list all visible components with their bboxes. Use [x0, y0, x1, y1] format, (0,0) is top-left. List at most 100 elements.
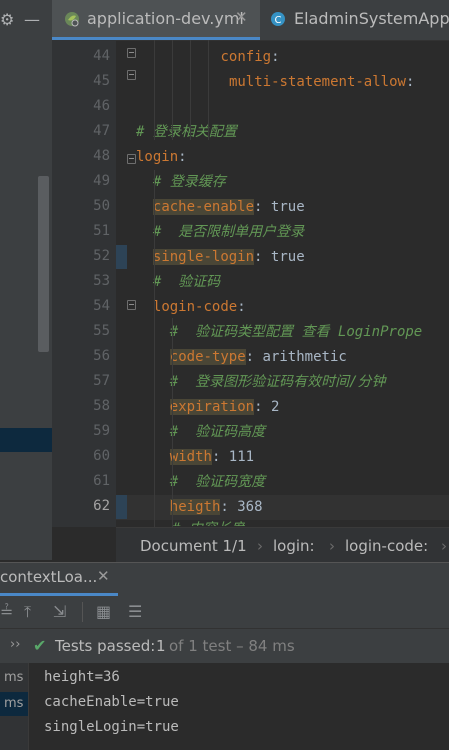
tab-label: EladminSystemApplic — [294, 9, 449, 28]
svg-text:C: C — [275, 15, 282, 26]
code-value: : 111 — [211, 449, 255, 465]
indent-guide — [208, 40, 209, 140]
code-comment: # 验证码宽度 — [169, 474, 266, 490]
grid-icon[interactable]: ▦ — [96, 602, 111, 621]
code-line: cache-enable: true — [152, 198, 305, 216]
yaml-spring-icon — [65, 12, 79, 27]
line-number: 55 — [93, 323, 110, 339]
code-line: # 登录图形验证码有效时间/分钟 — [170, 373, 386, 391]
code-key: login-code — [152, 299, 238, 315]
breadcrumb-login[interactable]: login: — [273, 537, 315, 555]
code-line: # 验证码类型配置 查看 LoginPrope — [170, 323, 422, 341]
fold-toggle-icon[interactable] — [127, 48, 136, 58]
code-value: : arithmetic — [245, 349, 347, 365]
code-comment: # 验证码类型配置 查看 LoginPrope — [169, 324, 423, 340]
line-number: 59 — [93, 423, 110, 439]
code-line: # 登录缓存 — [153, 173, 226, 191]
tests-summary: of 1 test – 84 ms — [169, 637, 295, 655]
indent-guide — [172, 318, 173, 528]
indent-guide — [172, 40, 173, 140]
line-number: 60 — [93, 448, 110, 464]
line-number: 50 — [93, 198, 110, 214]
indent-guide — [190, 40, 191, 140]
close-icon[interactable]: ✕ — [97, 567, 110, 585]
code-line: multi-statement-allow: — [229, 73, 414, 91]
run-tool-window-header: contextLoa... ✕ — [0, 562, 449, 597]
line-number: 52 — [93, 248, 110, 264]
code-key: single-login — [152, 249, 255, 265]
minimize-icon[interactable]: — — [24, 10, 40, 30]
gear-icon[interactable]: ⚙ — [0, 10, 14, 30]
code-value: : — [178, 149, 187, 165]
sort-icon[interactable]: ≟ — [0, 602, 13, 621]
collapse-icon[interactable]: ⇲ — [53, 602, 66, 621]
change-marker[interactable] — [116, 245, 127, 269]
export-icon[interactable]: ⤒ — [24, 602, 31, 622]
code-line: login-code: — [153, 298, 246, 316]
line-number: 45 — [93, 73, 110, 89]
code-value: : true — [254, 199, 305, 215]
code-value: : — [237, 299, 246, 315]
console-line: singleLogin=true — [44, 719, 179, 735]
code-line: width: 111 — [169, 448, 255, 466]
run-tab-label[interactable]: contextLoa... — [0, 568, 97, 586]
code-line: # 验证码高度 — [170, 423, 265, 441]
settings-list-icon[interactable]: ☰ — [128, 602, 142, 621]
indent-guide — [154, 40, 155, 140]
test-duration[interactable]: ms — [4, 696, 23, 711]
breadcrumb-login-code[interactable]: login-code: — [345, 537, 428, 555]
code-value: : — [271, 49, 280, 65]
code-line: single-login: true — [152, 248, 305, 266]
console-line: cacheEnable=true — [44, 694, 179, 710]
project-selected-row[interactable] — [0, 428, 52, 452]
code-value: : — [405, 74, 415, 90]
code-value: : 2 — [254, 399, 280, 415]
chevron-right-icon: › — [257, 537, 263, 555]
console-output[interactable]: height=36 cacheEnable=true singleLogin=t… — [0, 663, 449, 750]
expand-icon[interactable]: ›› — [10, 637, 20, 652]
line-number: 58 — [93, 398, 110, 414]
code-line: # 验证码宽度 — [170, 473, 265, 491]
code-line: # 验证码 — [153, 273, 220, 291]
project-scrollbar[interactable] — [38, 176, 49, 352]
line-number: 53 — [93, 273, 110, 289]
code-line: expiration: 2 — [169, 398, 280, 416]
check-icon: ✔ — [33, 636, 47, 655]
code-line: # 是否限制单用户登录 — [153, 223, 304, 241]
fold-toggle-icon[interactable] — [127, 70, 136, 80]
change-marker[interactable] — [116, 495, 127, 519]
indent-guide — [154, 170, 155, 527]
caret-row-highlight — [116, 495, 449, 520]
code-value: : 368 — [220, 499, 263, 515]
code-key: code-type — [169, 349, 246, 365]
code-key: expiration — [169, 399, 255, 415]
line-number: 47 — [93, 123, 110, 139]
chevron-right-icon: › — [441, 537, 447, 555]
tab-application-dev-yml[interactable]: application-dev.yml ✕ — [52, 0, 260, 40]
code-line-partial: # 内容长度 — [172, 518, 245, 526]
line-number: 46 — [93, 98, 110, 114]
close-icon[interactable]: ✕ — [235, 8, 248, 26]
line-number: 61 — [93, 473, 110, 489]
line-number: 49 — [93, 173, 110, 189]
test-duration[interactable]: ms — [4, 670, 23, 685]
fold-toggle-icon[interactable] — [127, 154, 136, 164]
fold-toggle-icon[interactable] — [127, 300, 136, 310]
breadcrumb: Document 1/1 › login: › login-code: › — [116, 527, 449, 563]
line-number: 51 — [93, 223, 110, 239]
code-value: : true — [254, 249, 305, 265]
code-key: width — [169, 449, 212, 465]
line-number: 54 — [93, 298, 110, 314]
code-key: cache-enable — [152, 199, 255, 215]
code-key: heigth — [169, 499, 221, 515]
code-comment: # 登录相关配置 — [136, 124, 237, 140]
code-line: # 登录相关配置 — [136, 123, 237, 141]
run-toolbar: ≟ ⤒ ⇲ ▦ ☰ — [0, 596, 449, 629]
test-status-bar: ›› ✔ Tests passed: 1 of 1 test – 84 ms — [0, 629, 449, 664]
code-line: config: — [221, 48, 280, 66]
code-line: code-type: arithmetic — [169, 348, 347, 366]
code-line: heigth: 368 — [169, 498, 263, 516]
tab-eladmin-system-application[interactable]: C EladminSystemApplic — [262, 0, 449, 40]
code-comment: # 是否限制单用户登录 — [152, 224, 305, 240]
breadcrumb-document[interactable]: Document 1/1 — [140, 537, 247, 555]
